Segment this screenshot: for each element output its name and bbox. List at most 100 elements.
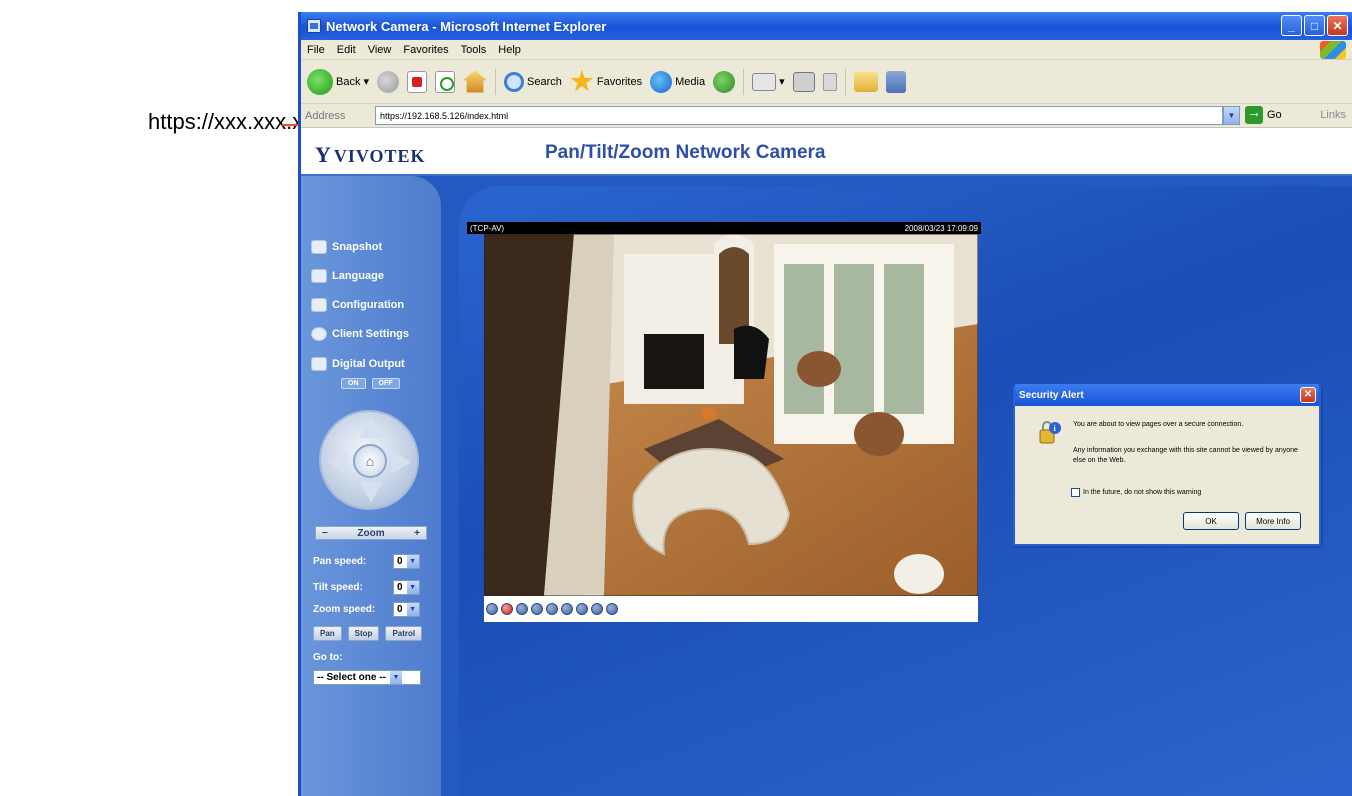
tools-icon: [311, 298, 327, 312]
volume-icon[interactable]: [606, 603, 618, 615]
dialog-titlebar[interactable]: Security Alert ✕: [1015, 384, 1319, 406]
pan-speed-label: Pan speed:: [313, 556, 367, 567]
pan-right-arrow-icon[interactable]: [391, 450, 411, 474]
speaker-icon[interactable]: [576, 603, 588, 615]
sidebar-item-configuration[interactable]: Configuration: [311, 298, 404, 312]
mail-button[interactable]: ▾: [752, 72, 785, 91]
window-controls: _ □ ✕: [1281, 15, 1348, 36]
configuration-label: Configuration: [332, 299, 405, 311]
dont-show-again-option[interactable]: In the future, do not show this warning: [1071, 488, 1201, 497]
mail-dropdown-icon[interactable]: ▾: [779, 75, 785, 88]
close-button[interactable]: ✕: [1327, 15, 1348, 36]
minimize-button[interactable]: _: [1281, 15, 1302, 36]
page-title: Pan/Tilt/Zoom Network Camera: [545, 142, 826, 163]
media-button[interactable]: Media: [650, 70, 706, 93]
menu-view[interactable]: View: [368, 44, 392, 56]
go-label: Go: [1267, 109, 1282, 121]
video-protocol: (TCP-AV): [470, 223, 505, 233]
menu-tools[interactable]: Tools: [461, 44, 487, 56]
book-icon: [885, 70, 906, 93]
menu-favorites[interactable]: Favorites: [403, 44, 448, 56]
sidebar-item-client-settings[interactable]: Client Settings: [311, 327, 409, 341]
stop-icon: [407, 70, 427, 93]
talk-icon[interactable]: [561, 603, 573, 615]
tilt-down-arrow-icon[interactable]: [359, 482, 383, 502]
zoom-speed-label: Zoom speed:: [313, 604, 376, 615]
back-label: Back: [336, 75, 361, 88]
digital-output-on-button[interactable]: ON: [341, 378, 366, 389]
more-info-button[interactable]: More Info: [1245, 512, 1301, 530]
zoom-in-button[interactable]: +: [414, 528, 420, 539]
menu-edit[interactable]: Edit: [337, 44, 356, 56]
menu-help[interactable]: Help: [498, 44, 521, 56]
security-alert-dialog: Security Alert ✕ i You are about to view…: [1013, 384, 1321, 546]
ptz-home-button[interactable]: ⌂: [353, 444, 387, 478]
forward-button[interactable]: [377, 70, 399, 93]
zoom-label: Zoom: [357, 527, 385, 539]
window-titlebar[interactable]: Network Camera - Microsoft Internet Expl…: [301, 12, 1352, 40]
goto-value: -- Select one --: [317, 672, 386, 683]
sidebar-item-language[interactable]: Language: [311, 269, 384, 283]
digital-output-off-button[interactable]: OFF: [371, 378, 400, 389]
ie-app-icon: [307, 19, 321, 33]
address-input[interactable]: https://192.168.5.126/index.html: [375, 106, 1223, 125]
pause-icon[interactable]: [531, 603, 543, 615]
pan-left-arrow-icon[interactable]: [327, 450, 347, 474]
research-button[interactable]: [885, 70, 906, 93]
favorites-button[interactable]: Favorites: [570, 69, 643, 94]
folder-icon: [853, 71, 878, 92]
language-icon: [311, 269, 327, 283]
tilt-speed-value: 0: [397, 582, 403, 593]
go-button[interactable]: Go: [1245, 104, 1282, 124]
stop-button[interactable]: [407, 70, 427, 93]
ptz-control-pad: ⌂: [319, 410, 419, 510]
pan-button[interactable]: Pan: [313, 626, 342, 641]
zoom-magnifier-icon[interactable]: [486, 603, 498, 615]
snapshot-icon[interactable]: [516, 603, 528, 615]
pan-speed-select[interactable]: 0 ▼: [393, 554, 420, 569]
history-button[interactable]: [713, 70, 736, 93]
print-button[interactable]: [792, 71, 815, 92]
edit-button[interactable]: [822, 72, 837, 91]
microphone-icon[interactable]: [591, 603, 603, 615]
windows-logo-icon: [1320, 41, 1346, 59]
dialog-close-button[interactable]: ✕: [1300, 387, 1316, 403]
patrol-button[interactable]: Patrol: [385, 626, 423, 641]
menu-bar: File Edit View Favorites Tools Help: [301, 40, 1352, 60]
menu-file[interactable]: File: [307, 44, 325, 56]
address-dropdown-icon[interactable]: ▼: [1223, 106, 1240, 125]
stop-button[interactable]: Stop: [347, 626, 380, 641]
window-title: Network Camera - Microsoft Internet Expl…: [326, 18, 607, 34]
folder-button[interactable]: [853, 71, 878, 92]
tilt-up-arrow-icon[interactable]: [359, 418, 383, 438]
record-icon[interactable]: [501, 603, 513, 615]
dialog-message-1: You are about to view pages over a secur…: [1073, 421, 1244, 428]
ok-button[interactable]: OK: [1183, 512, 1239, 530]
zoom-out-button[interactable]: −: [322, 528, 328, 539]
zoom-control: − Zoom +: [315, 526, 427, 540]
search-button[interactable]: Search: [504, 71, 562, 92]
maximize-button[interactable]: □: [1304, 15, 1325, 36]
vivotek-logo: Y VIVOTEK: [315, 142, 426, 168]
home-button[interactable]: [463, 70, 487, 93]
zoom-speed-select[interactable]: 0 ▼: [393, 602, 420, 617]
browser-toolbar: Back ▾ Search Favorites Media ▾: [301, 60, 1352, 104]
favorites-label: Favorites: [596, 75, 643, 88]
links-button[interactable]: Links: [1320, 109, 1346, 121]
refresh-button[interactable]: [435, 70, 455, 93]
media-label: Media: [675, 75, 706, 88]
tilt-speed-row: Tilt speed: 0 ▼: [313, 580, 420, 595]
tilt-speed-select[interactable]: 0 ▼: [393, 580, 420, 595]
goto-select[interactable]: -- Select one -- ▼: [313, 670, 421, 685]
dont-show-again-checkbox[interactable]: [1071, 488, 1080, 497]
live-video-view[interactable]: [484, 234, 978, 596]
back-dropdown-icon[interactable]: ▾: [363, 75, 369, 88]
goto-label: Go to:: [313, 652, 343, 663]
lock-info-icon: i: [1039, 421, 1061, 444]
stop-icon[interactable]: [546, 603, 558, 615]
logo-text: VIVOTEK: [333, 146, 426, 166]
back-button[interactable]: Back ▾: [307, 68, 369, 95]
sidebar-item-snapshot[interactable]: Snapshot: [311, 240, 382, 254]
history-icon: [713, 70, 736, 93]
logo-mark-icon: Y: [315, 142, 332, 167]
